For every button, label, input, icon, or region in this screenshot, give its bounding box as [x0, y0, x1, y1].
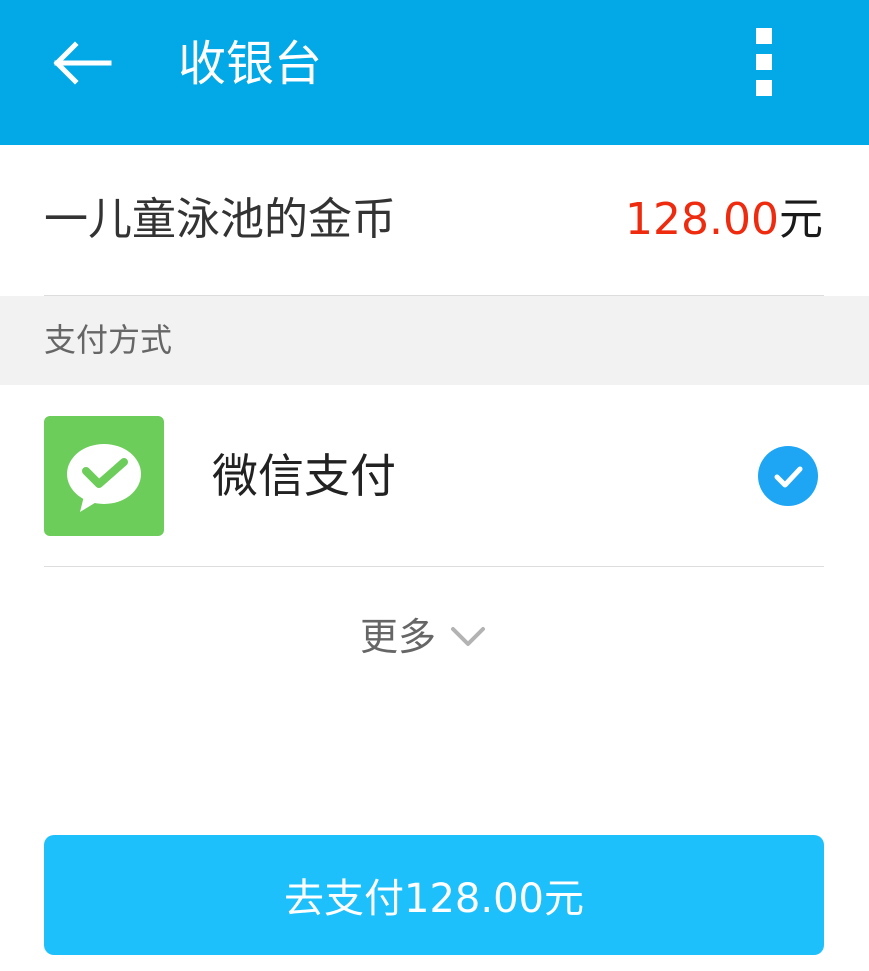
more-options-row: 更多 — [0, 567, 869, 707]
check-circle-icon[interactable] — [758, 446, 818, 506]
overflow-menu-dot — [756, 54, 772, 70]
arrow-left-icon — [53, 41, 112, 85]
back-button[interactable] — [40, 28, 124, 98]
payment-section-title: 支付方式 — [44, 321, 173, 359]
wechat-pay-icon — [44, 416, 164, 536]
page-title: 收银台 — [178, 36, 323, 92]
wechat-pay-logo-glyph — [67, 444, 141, 512]
chevron-down-icon — [451, 627, 486, 646]
submit-payment-button[interactable]: 去支付128.00元 — [44, 835, 824, 955]
app-bar: 收银台 — [0, 0, 869, 145]
more-label: 更多 — [360, 615, 437, 659]
payment-method-wechat[interactable]: 微信支付 — [0, 385, 869, 566]
order-amount-value: 128.00 — [625, 194, 779, 245]
payment-method-label: 微信支付 — [212, 449, 396, 503]
order-summary: 一儿童泳池的金币 128.00元 — [0, 145, 869, 295]
overflow-menu-dot — [756, 80, 772, 96]
order-item-name: 一儿童泳池的金币 — [44, 194, 396, 245]
order-amount-currency: 元 — [779, 194, 823, 245]
more-payment-methods-button[interactable]: 更多 — [360, 607, 486, 667]
order-amount: 128.00元 — [625, 185, 823, 255]
payment-section-header: 支付方式 — [0, 296, 869, 385]
submit-payment-label: 去支付128.00元 — [284, 876, 584, 922]
overflow-menu-button[interactable] — [736, 22, 792, 102]
overflow-menu-icon — [756, 28, 772, 44]
